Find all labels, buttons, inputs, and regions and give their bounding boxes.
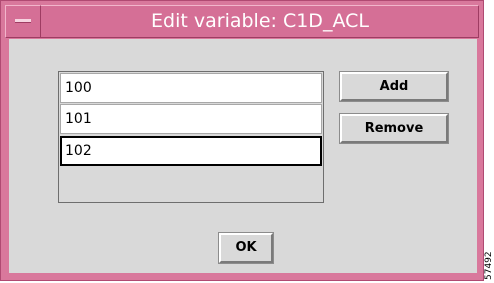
list-item[interactable]: 101: [60, 104, 322, 134]
list-item-selected[interactable]: 102: [60, 136, 322, 166]
ok-button[interactable]: OK: [218, 232, 274, 264]
add-button[interactable]: Add: [339, 71, 449, 102]
values-list[interactable]: 100 101 102: [58, 71, 324, 203]
dialog-window: Edit variable: C1D_ACL 100 101 102 Add R…: [0, 0, 484, 281]
list-item[interactable]: 100: [60, 73, 322, 103]
window-menu-button[interactable]: [5, 5, 41, 38]
window-title: Edit variable: C1D_ACL: [151, 10, 369, 32]
figure-id: 57492: [484, 251, 494, 280]
remove-button[interactable]: Remove: [339, 113, 449, 144]
window-menu-icon: [15, 19, 31, 23]
dialog-body: 100 101 102 Add Remove OK: [9, 39, 477, 273]
